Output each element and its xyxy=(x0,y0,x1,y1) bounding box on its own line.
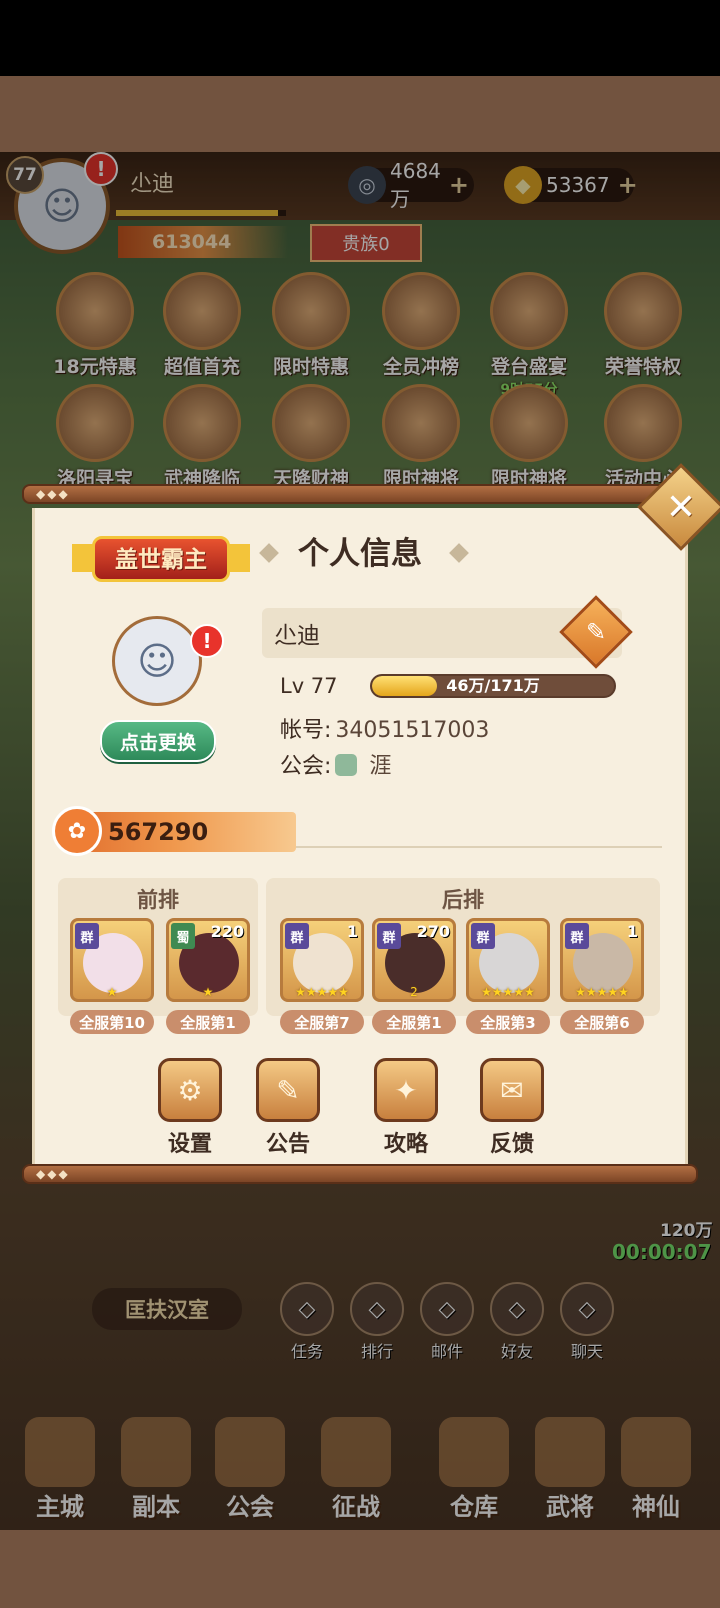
menu-label: 设置 xyxy=(167,1132,212,1157)
profile-avatar[interactable]: ☺ xyxy=(112,616,202,706)
wrench-icon: ⚙ xyxy=(158,1058,222,1122)
dialog-title: 个人信息 xyxy=(298,536,422,572)
title-crest: 盖世霸主 xyxy=(72,528,250,592)
book-icon: ✉ xyxy=(480,1058,544,1122)
account-row: 帐号: 34051517003 xyxy=(280,712,489,744)
close-icon[interactable]: ✕ xyxy=(650,476,712,538)
exp-progress-bar: 46万/171万 xyxy=(370,674,616,698)
hero-stars: ★★★★★ xyxy=(295,985,349,999)
hero-card[interactable]: 群 1 ★★★★★ xyxy=(280,918,364,1002)
hero-level: 220 xyxy=(210,922,244,941)
hero-stars: ★★★★★ xyxy=(575,985,629,999)
faction-badge: 群 xyxy=(285,923,309,949)
hero-level: 1 xyxy=(626,922,638,941)
account-value: 34051517003 xyxy=(335,718,490,743)
guild-name[interactable]: 涯 xyxy=(369,754,391,779)
menu-label: 攻略 xyxy=(383,1132,428,1157)
menu-label: 反馈 xyxy=(489,1132,534,1157)
scroll-top-rod: ◆◆◆ xyxy=(22,484,698,504)
player-name-text: 尐迪 xyxy=(274,623,320,649)
menu-button-1[interactable]: ⚙ 设置 xyxy=(150,1058,230,1158)
hero-stars: ★ xyxy=(202,985,214,999)
faction-badge: 群 xyxy=(565,923,589,949)
faction-badge: 群 xyxy=(75,923,99,949)
paw-icon: ✿ xyxy=(52,806,102,856)
scroll-icon: ✎ xyxy=(256,1058,320,1122)
crest-text: 盖世霸主 xyxy=(115,547,207,573)
back-row-label: 后排 xyxy=(442,888,484,912)
power-value: 567290 xyxy=(108,818,209,846)
top-letterbox xyxy=(0,76,720,152)
hero-level: 270 xyxy=(416,922,450,941)
faction-badge: 群 xyxy=(471,923,495,949)
hero-stars: ★ xyxy=(106,985,118,999)
guild-row: 公会: 涯 xyxy=(280,748,391,780)
level-label: Lv 77 xyxy=(280,674,338,698)
hero-card[interactable]: 群 ★ xyxy=(70,918,154,1002)
server-rank-badge: 全服第3 xyxy=(466,1010,550,1034)
menu-button-3[interactable]: ✦ 攻略 xyxy=(366,1058,446,1158)
exp-progress-text: 46万/171万 xyxy=(446,676,540,695)
front-row-label: 前排 xyxy=(137,888,179,912)
avatar-alert-icon: ! xyxy=(190,624,224,658)
menu-button-2[interactable]: ✎ 公告 xyxy=(248,1058,328,1158)
change-avatar-button[interactable]: 点击更换 xyxy=(100,720,216,762)
hero-card[interactable]: 群 270 2 xyxy=(372,918,456,1002)
hero-card[interactable]: 群 ★★★★★ xyxy=(466,918,550,1002)
gamepad-icon: ✦ xyxy=(374,1058,438,1122)
hero-stars: 2 xyxy=(410,985,418,999)
menu-label: 公告 xyxy=(265,1132,310,1157)
menu-button-4[interactable]: ✉ 反馈 xyxy=(472,1058,552,1158)
server-rank-badge: 全服第1 xyxy=(166,1010,250,1034)
server-rank-badge: 全服第6 xyxy=(560,1010,644,1034)
faction-badge: 群 xyxy=(377,923,401,949)
hero-card[interactable]: 蜀 220 ★ xyxy=(166,918,250,1002)
scroll-bottom-rod: ◆◆◆ xyxy=(22,1164,698,1184)
bottom-letterbox xyxy=(0,1530,720,1608)
server-rank-badge: 全服第1 xyxy=(372,1010,456,1034)
hero-stars: ★★★★★ xyxy=(481,985,535,999)
server-rank-badge: 全服第7 xyxy=(280,1010,364,1034)
power-divider xyxy=(296,846,662,848)
status-bar-area xyxy=(0,0,720,76)
server-rank-badge: 全服第10 xyxy=(70,1010,154,1034)
guild-label: 公会: xyxy=(280,754,332,779)
guild-emblem-icon xyxy=(335,754,358,776)
hero-level: 1 xyxy=(346,922,358,941)
hero-card[interactable]: 群 1 ★★★★★ xyxy=(560,918,644,1002)
account-label: 帐号: xyxy=(280,718,332,743)
pencil-icon[interactable]: ✎ xyxy=(570,606,622,658)
faction-badge: 蜀 xyxy=(171,923,195,949)
